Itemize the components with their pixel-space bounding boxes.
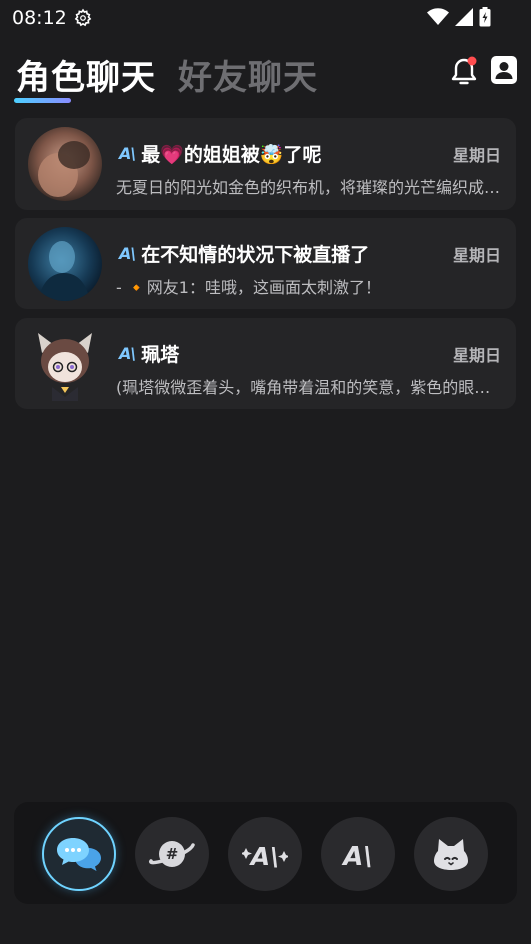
svg-text:A\: A\ bbox=[249, 842, 279, 871]
chat-preview: (珮塔微微歪着头，嘴角带着温和的笑意，紫色的眼眸中闪烁着光芒 bbox=[116, 378, 501, 397]
chat-preview: - 🔸网友1：哇哦，这画面太刺激了！ bbox=[116, 278, 381, 297]
chat-day: 星期日 bbox=[452, 146, 501, 165]
ai-badge: A\ bbox=[119, 244, 136, 263]
ai-badge: A\ bbox=[119, 344, 136, 363]
app-screen: 08:12 角色聊天 好友聊天 A\ 最💗的姐姐被🤯了呢 星期日 无夏日的阳光如… bbox=[0, 0, 531, 944]
bottom-nav: # A\ A\ bbox=[14, 802, 517, 904]
chat-card[interactable]: A\ 珮塔 星期日 (珮塔微微歪着头，嘴角带着温和的笑意，紫色的眼眸中闪烁着光芒 bbox=[15, 318, 516, 409]
chat-title: 在不知情的状况下被直播了 bbox=[141, 244, 370, 266]
avatar bbox=[28, 227, 102, 301]
wifi-icon bbox=[427, 8, 449, 25]
tab-role-chat[interactable]: 角色聊天 bbox=[16, 50, 156, 99]
nav-explore-button[interactable]: # bbox=[135, 817, 209, 891]
active-tab-indicator bbox=[14, 98, 71, 103]
bell-icon[interactable] bbox=[448, 55, 480, 87]
battery-icon bbox=[479, 7, 491, 27]
chat-title: 最💗的姐姐被🤯了呢 bbox=[141, 144, 322, 166]
chat-title-row: A\ 在不知情的状况下被直播了 bbox=[119, 240, 369, 267]
chat-card[interactable]: A\ 最💗的姐姐被🤯了呢 星期日 无夏日的阳光如金色的织布机，将璀璨的光芒编织成… bbox=[15, 118, 516, 210]
chat-title-row: A\ 珮塔 bbox=[119, 340, 179, 367]
chat-title-row: A\ 最💗的姐姐被🤯了呢 bbox=[119, 140, 322, 167]
status-time: 08:12 bbox=[12, 7, 67, 29]
tab-friend-chat[interactable]: 好友聊天 bbox=[178, 50, 318, 99]
svg-text:A\: A\ bbox=[341, 842, 373, 869]
status-bar: 08:12 bbox=[0, 0, 531, 36]
signal-icon bbox=[455, 8, 473, 26]
ai-badge: A\ bbox=[119, 144, 136, 163]
ai-sparkle-icon: A\ bbox=[242, 842, 288, 871]
cat-mascot-icon bbox=[434, 839, 468, 870]
nav-ai-create-button[interactable]: A\ bbox=[228, 817, 302, 891]
gear-icon bbox=[74, 8, 92, 27]
chat-bubbles-icon bbox=[57, 838, 101, 871]
status-icons bbox=[427, 7, 491, 27]
contacts-icon[interactable] bbox=[490, 55, 518, 85]
nav-chat-button[interactable] bbox=[42, 817, 116, 891]
avatar bbox=[38, 333, 92, 401]
svg-text:#: # bbox=[166, 845, 179, 863]
chat-preview: 无夏日的阳光如金色的织布机，将璀璨的光芒编织成一幅温暖的画卷 bbox=[116, 178, 501, 197]
avatar bbox=[28, 127, 102, 201]
planet-hashtag-icon: # bbox=[149, 841, 195, 867]
chat-day: 星期日 bbox=[452, 246, 501, 265]
chat-card[interactable]: A\ 在不知情的状况下被直播了 星期日 - 🔸网友1：哇哦，这画面太刺激了！ bbox=[15, 218, 516, 309]
nav-profile-button[interactable] bbox=[414, 817, 488, 891]
ai-logo-icon: A\ bbox=[341, 842, 373, 869]
nav-ai-button[interactable]: A\ bbox=[321, 817, 395, 891]
chat-day: 星期日 bbox=[452, 346, 501, 365]
chat-title: 珮塔 bbox=[141, 344, 180, 366]
